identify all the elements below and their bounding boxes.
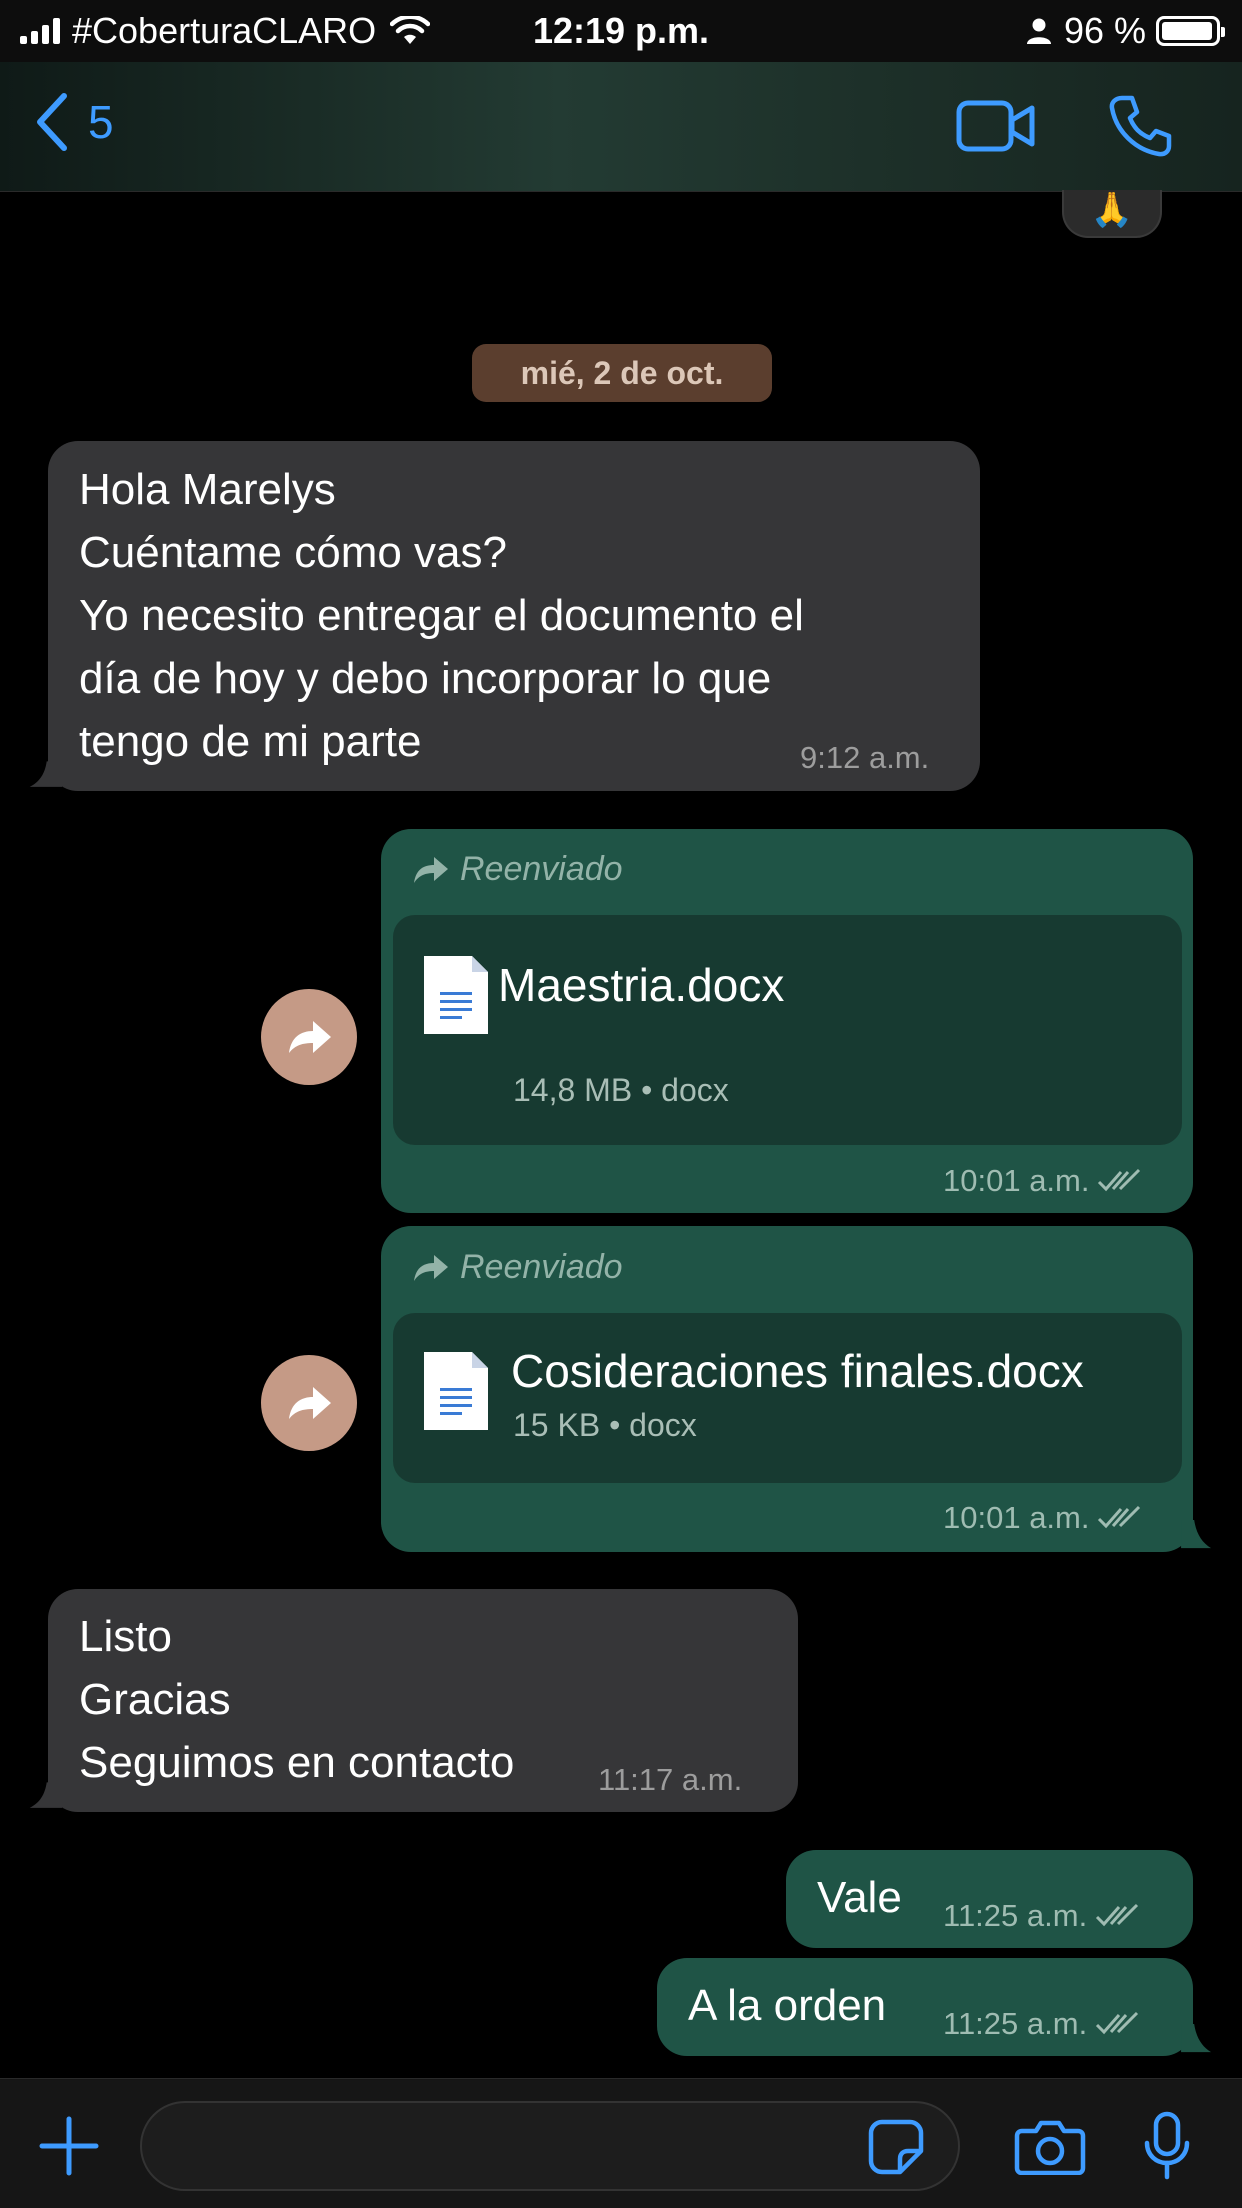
message-text: A la orden — [688, 1981, 887, 2030]
plus-icon — [39, 2116, 99, 2176]
bubble-tail — [1181, 2024, 1212, 2053]
status-bar: #CoberturaCLARO 12:19 p.m. 96 % — [0, 0, 1242, 62]
chat-header: 5 — [0, 62, 1242, 192]
bubble-tail — [29, 761, 62, 787]
document-icon — [424, 1352, 488, 1430]
double-check-icon — [1096, 2011, 1139, 2035]
bubble-tail — [29, 1782, 62, 1808]
microphone-icon — [1144, 2111, 1190, 2180]
double-check-icon — [1096, 1903, 1139, 1927]
document-meta: 14,8 MB • docx — [513, 1072, 729, 1108]
camera-icon — [1014, 2120, 1086, 2176]
phone-icon — [1109, 95, 1172, 157]
message-time: 11:25 a.m. — [943, 1898, 1141, 1934]
double-check-icon — [1098, 1168, 1141, 1192]
battery-fill — [1162, 22, 1212, 40]
attach-button[interactable] — [38, 2115, 100, 2182]
forwarded-label: Reenviado — [412, 850, 623, 889]
reaction-badge[interactable]: 🙏 — [1062, 190, 1162, 238]
message-time: 10:01 a.m. — [943, 1163, 1143, 1199]
message-time: 9:12 a.m. — [800, 740, 930, 775]
camera-button[interactable] — [1014, 2119, 1086, 2180]
date-separator: mié, 2 de oct. — [472, 344, 772, 402]
document-meta: 15 KB • docx — [513, 1407, 697, 1443]
person-icon — [1026, 18, 1051, 44]
message-text: Hola Marelys Cuéntame cómo vas? Yo neces… — [79, 465, 804, 766]
back-button[interactable]: 5 — [34, 92, 114, 152]
document-icon — [424, 956, 488, 1034]
message-input[interactable] — [140, 2101, 960, 2191]
reaction-emoji: 🙏 — [1090, 191, 1134, 229]
forward-arrow-icon — [289, 1387, 331, 1419]
message-time: 11:17 a.m. — [598, 1762, 743, 1797]
battery-icon — [1156, 16, 1225, 46]
chevron-left-icon — [37, 93, 67, 151]
forward-arrow-icon — [289, 1021, 331, 1053]
video-call-button[interactable] — [956, 98, 1036, 159]
sticker-button[interactable] — [868, 2119, 924, 2180]
forwarded-icon — [414, 856, 448, 883]
document-card[interactable] — [393, 1313, 1182, 1483]
double-check-icon — [1098, 1505, 1141, 1529]
status-right: 96 % — [1026, 10, 1225, 52]
message-time: 10:01 a.m. — [943, 1500, 1143, 1536]
document-name: Maestria.docx — [498, 959, 785, 1011]
bubble-tail — [1181, 1520, 1212, 1549]
video-camera-icon — [956, 100, 1035, 152]
forwarded-icon — [414, 1254, 448, 1281]
forward-button[interactable] — [261, 989, 357, 1085]
forward-button[interactable] — [261, 1355, 357, 1451]
message-time: 11:25 a.m. — [943, 2006, 1141, 2042]
message-composer — [0, 2078, 1242, 2208]
message-text: Vale — [817, 1873, 902, 1922]
unread-count: 5 — [88, 96, 114, 148]
document-name: Cosideraciones finales.docx — [511, 1345, 1084, 1397]
battery-percent: 96 % — [1063, 10, 1146, 51]
sticker-icon — [868, 2119, 924, 2175]
document-card[interactable] — [393, 915, 1182, 1145]
voice-message-button[interactable] — [1142, 2111, 1192, 2186]
forwarded-label: Reenviado — [412, 1248, 623, 1287]
voice-call-button[interactable] — [1108, 94, 1172, 163]
message-text: Listo Gracias Seguimos en contacto — [79, 1612, 515, 1787]
